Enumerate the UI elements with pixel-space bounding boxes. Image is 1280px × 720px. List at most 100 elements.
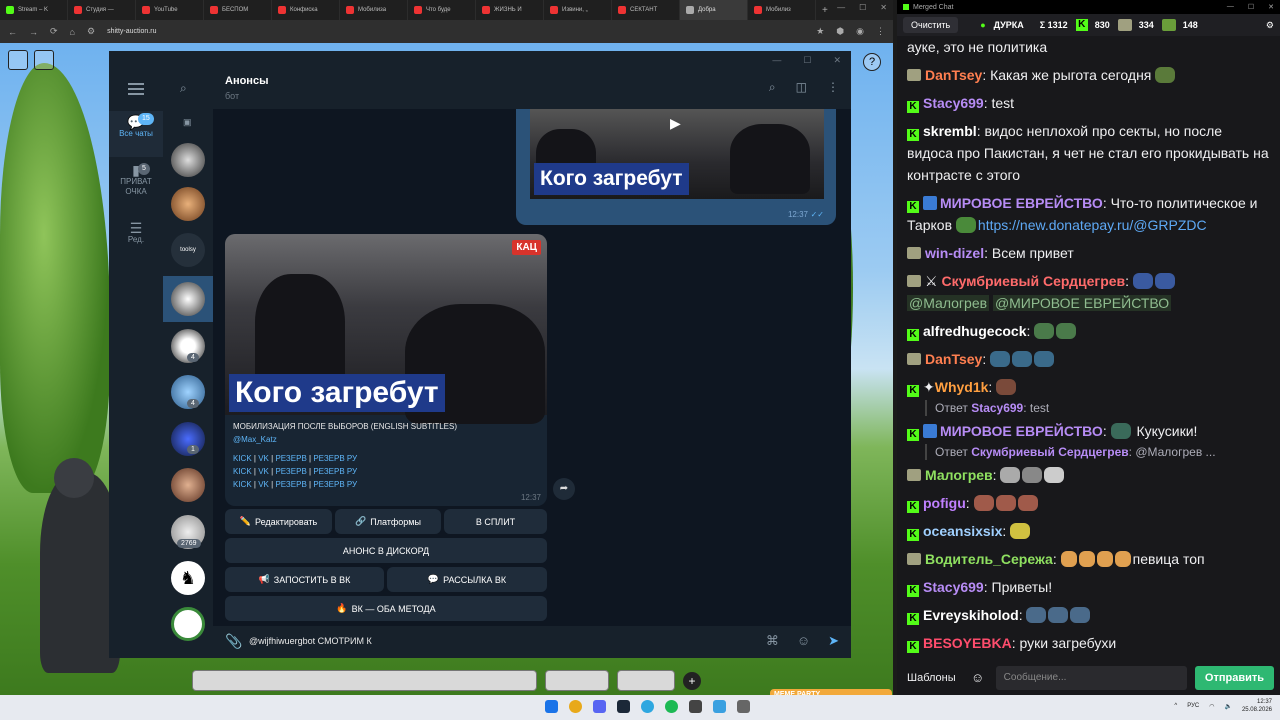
discord-announce-button[interactable]: АНОНС В ДИСКОРД [225,538,547,563]
browser-tab[interactable]: Мобилиз [748,0,816,20]
username[interactable]: win-dizel [925,245,984,261]
add-icon[interactable]: + [683,671,701,690]
wifi-icon[interactable]: ◠ [1209,703,1214,710]
emoji-icon[interactable]: ☺ [797,633,810,649]
browser-tab[interactable]: БЕСПОМ [204,0,272,20]
reply-username[interactable]: Stacy699 [971,401,1023,415]
post-vk-button[interactable]: 📢 ЗАПОСТИТЬ В ВК [225,567,384,592]
maximize-icon[interactable]: ☐ [803,55,811,66]
reserve-ru-link[interactable]: РЕЗЕРВ РУ [313,467,357,476]
share-forward-icon[interactable]: ➦ [553,478,575,500]
mention-link[interactable]: @Max_Katz [233,433,539,446]
folder-edit[interactable]: ☰ Ред. [109,221,163,257]
minimize-icon[interactable]: — [1227,3,1234,11]
app-icon[interactable] [737,700,750,713]
message-input[interactable]: @wijfhiwuergbot СМОТРИМ К [249,636,372,646]
emoji-icon[interactable]: ☺ [968,670,988,685]
home-icon[interactable]: ⌂ [70,27,75,37]
search-icon[interactable]: ⌕ [769,80,776,95]
browser-tab[interactable]: СЕКТАНТ [612,0,680,20]
username[interactable]: pofigu [923,495,966,511]
close-icon[interactable]: ✕ [833,55,841,66]
maximize-icon[interactable]: ☐ [859,3,866,12]
extensions-icon[interactable]: ⬢ [836,26,844,37]
username[interactable]: DanTsey [925,67,982,83]
username[interactable]: МИРОВОЕ ЕВРЕЙСТВО [940,195,1103,211]
username[interactable]: МИРОВОЕ ЕВРЕЙСТВО [940,423,1103,439]
username[interactable]: Stacy699 [923,579,984,595]
start-icon[interactable] [545,700,558,713]
username[interactable]: Evreyskiholod [923,607,1019,623]
panel-icon[interactable] [8,50,28,70]
game-input-bar[interactable] [192,670,537,691]
edit-button[interactable]: ✏️ Редактировать [225,509,332,534]
close-icon[interactable]: ✕ [880,3,887,12]
kick-link[interactable]: KICK [233,467,252,476]
username[interactable]: oceansixsix [923,523,1002,539]
username[interactable]: skrembl [923,123,977,139]
video-thumbnail[interactable]: КАЦ Кого загребут [225,234,547,424]
reserve-link[interactable]: РЕЗЕРВ [275,454,306,463]
site-info-icon[interactable]: ⚙ [87,26,95,37]
donation-link[interactable]: https://new.donatepay.ru/@GRPZDC [978,217,1207,233]
reserve-link[interactable]: РЕЗЕРВ [275,467,306,476]
game-slot[interactable] [545,670,609,691]
close-icon[interactable]: ✕ [1268,3,1274,11]
clock[interactable]: 12:37 25.08.2026 [1242,698,1272,714]
mention-tag[interactable]: @Малогрев [907,295,990,311]
browser-tab[interactable]: Извини, „ [544,0,612,20]
tray-chevron-icon[interactable]: ^ [1174,703,1177,709]
mailing-vk-button[interactable]: 💬 РАССЫЛКА ВК [387,567,547,592]
reload-icon[interactable]: ⟳ [50,26,58,37]
settings-gear-icon[interactable]: ⚙ [1266,20,1274,31]
send-icon[interactable]: ➤ [828,633,839,649]
video-preview[interactable]: ▶ Кого загребут [530,109,824,199]
chat-avatar[interactable] [171,187,205,221]
play-icon[interactable]: ▶ [670,115,681,132]
message-announcement[interactable]: КАЦ Кого загребут МОБИЛИЗАЦИЯ ПОСЛЕ ВЫБО… [225,234,547,506]
username[interactable]: Скумбриевый Сердцегрев [941,273,1125,289]
browser-tab-active[interactable]: Добра [680,0,748,20]
reserve-ru-link[interactable]: РЕЗЕРВ РУ [313,454,357,463]
chat-avatar[interactable]: toolsy [171,233,205,267]
minimize-icon[interactable]: — [837,3,845,12]
platforms-button[interactable]: 🔗 Платформы [335,509,441,534]
vk-link[interactable]: VK [258,454,269,463]
forward-icon[interactable]: → [29,27,38,37]
username[interactable]: Stacy699 [923,95,984,111]
folder-all-chats[interactable]: 💬 15 Все чаты [109,111,163,157]
chat-avatar[interactable] [171,607,205,641]
chat-avatar[interactable] [171,143,205,177]
templates-button[interactable]: Шаблоны [903,668,960,688]
browser-tab[interactable]: YouTube [136,0,204,20]
chat-avatar[interactable] [171,468,205,502]
username[interactable]: DanTsey [925,351,982,367]
browser-tab[interactable]: Конфиска [272,0,340,20]
language-indicator[interactable]: РУС [1187,703,1199,709]
telegram-icon[interactable] [641,700,654,713]
bookmark-star-icon[interactable]: ★ [816,26,824,37]
game-slot[interactable] [617,670,675,691]
chat-message-input[interactable]: Сообщение... [995,665,1187,690]
chat-avatar[interactable] [171,282,205,316]
chrome-icon[interactable] [569,700,582,713]
username[interactable]: BESOYEBKA [923,635,1012,651]
chess-knight-avatar[interactable]: ♞ [171,561,205,595]
minimize-icon[interactable]: — [772,55,781,65]
vk-both-methods-button[interactable]: 🔥 ВК — ОБА МЕТОДА [225,596,547,621]
username[interactable]: Малогрев [925,467,993,483]
save-icon[interactable] [34,50,54,70]
message-previous[interactable]: ▶ Кого загребут 12:37 ✓✓ [516,109,836,225]
help-icon[interactable]: ? [863,53,881,71]
reply-username[interactable]: Скумбриевый Сердцегрев [971,445,1128,459]
url-input[interactable]: shitty-auction.ru [107,28,156,35]
kick-link[interactable]: KICK [233,480,252,489]
profile-icon[interactable]: ◉ [856,26,864,37]
username[interactable]: Водитель_Сережа [925,551,1053,567]
browser-tab[interactable]: Студия — [68,0,136,20]
vk-link[interactable]: VK [258,467,269,476]
clear-button[interactable]: Очистить [903,17,959,33]
mention-tag[interactable]: @МИРОВОЕ ЕВРЕЙСТВО [992,295,1172,311]
split-button[interactable]: В СПЛИТ [444,509,547,534]
menu-icon[interactable]: ⋮ [876,26,885,37]
